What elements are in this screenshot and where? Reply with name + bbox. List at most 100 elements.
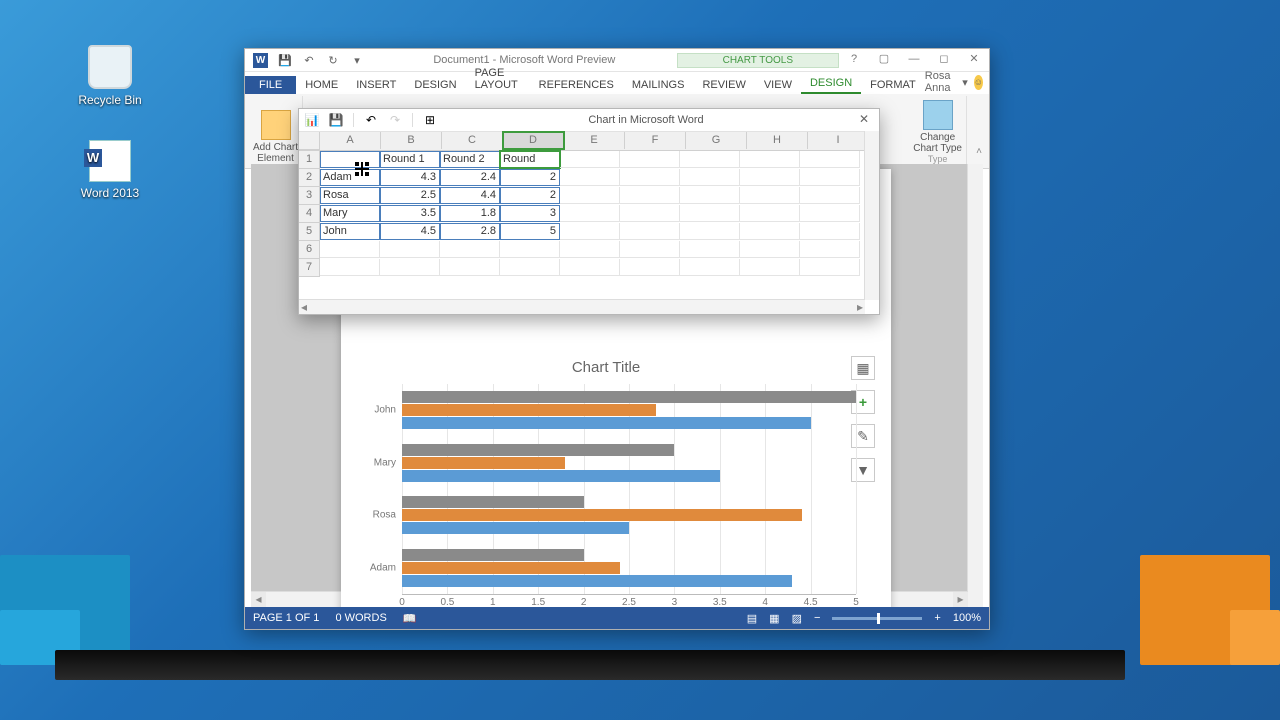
cell[interactable]: John xyxy=(320,223,380,240)
cell[interactable]: 5 xyxy=(500,223,560,240)
horizontal-scrollbar[interactable]: ◂ ▸ xyxy=(299,299,865,314)
cell[interactable] xyxy=(380,241,440,258)
cell[interactable] xyxy=(680,151,740,168)
cell[interactable] xyxy=(620,187,680,204)
cell[interactable] xyxy=(740,151,800,168)
cell[interactable] xyxy=(440,241,500,258)
cell[interactable] xyxy=(620,241,680,258)
change-chart-type-button[interactable]: Change Chart Type Type xyxy=(909,96,967,166)
cell[interactable]: 2.8 xyxy=(440,223,500,240)
row-header[interactable]: 5 xyxy=(299,223,320,241)
cell[interactable] xyxy=(620,151,680,168)
tab-page-layout[interactable]: PAGE LAYOUT xyxy=(466,64,530,94)
cell[interactable] xyxy=(620,205,680,222)
cell[interactable] xyxy=(560,151,620,168)
bar-round-1[interactable] xyxy=(402,522,629,534)
cell[interactable]: Round 1 xyxy=(380,151,440,168)
tab-file[interactable]: FILE xyxy=(245,76,296,94)
cell[interactable] xyxy=(800,205,860,222)
cell[interactable] xyxy=(800,169,860,186)
zoom-slider[interactable] xyxy=(832,617,922,620)
scroll-right-icon[interactable]: ▸ xyxy=(953,592,968,607)
row-header[interactable]: 1 xyxy=(299,151,320,169)
bar-round-3[interactable] xyxy=(402,444,674,456)
cell[interactable] xyxy=(800,241,860,258)
cell[interactable]: 4.5 xyxy=(380,223,440,240)
row-header[interactable]: 6 xyxy=(299,241,320,259)
cell[interactable] xyxy=(800,223,860,240)
cell[interactable]: 2.4 xyxy=(440,169,500,186)
cell[interactable] xyxy=(560,169,620,186)
cell[interactable] xyxy=(740,241,800,258)
tab-chart-design[interactable]: DESIGN xyxy=(801,74,861,94)
spreadsheet-area[interactable]: ABCDEFGHI1Round 1Round 2Round2Adam4.32.4… xyxy=(299,132,879,277)
web-layout-icon[interactable]: ▨ xyxy=(792,612,802,625)
cell[interactable] xyxy=(500,259,560,276)
ribbon-options-icon[interactable]: ▢ xyxy=(869,50,899,70)
cell[interactable] xyxy=(740,205,800,222)
cell[interactable]: Round xyxy=(500,151,560,168)
cell[interactable]: Adam xyxy=(320,169,380,186)
bar-round-1[interactable] xyxy=(402,575,792,587)
tab-home[interactable]: HOME xyxy=(296,76,347,94)
cell[interactable] xyxy=(320,151,380,168)
row-header[interactable]: 7 xyxy=(299,259,320,277)
redo-icon[interactable]: ↷ xyxy=(388,113,402,127)
cell[interactable]: Mary xyxy=(320,205,380,222)
bar-round-3[interactable] xyxy=(402,496,584,508)
redo-icon[interactable]: ↻ xyxy=(326,53,340,67)
minimize-icon[interactable]: — xyxy=(899,50,929,70)
column-header[interactable]: C xyxy=(442,132,503,149)
column-header[interactable]: I xyxy=(808,132,869,149)
collapse-ribbon-icon[interactable]: ˄ xyxy=(973,96,985,166)
cell[interactable] xyxy=(380,259,440,276)
row-header[interactable]: 2 xyxy=(299,169,320,187)
row-header[interactable]: 3 xyxy=(299,187,320,205)
cell[interactable] xyxy=(560,259,620,276)
cell[interactable] xyxy=(740,223,800,240)
help-icon[interactable]: ? xyxy=(839,50,869,70)
cell[interactable] xyxy=(740,169,800,186)
column-header[interactable]: E xyxy=(564,132,625,149)
cell[interactable] xyxy=(680,187,740,204)
cell[interactable]: 2.5 xyxy=(380,187,440,204)
cell[interactable] xyxy=(680,241,740,258)
cell[interactable] xyxy=(440,259,500,276)
column-header[interactable]: D xyxy=(503,132,564,149)
row-header[interactable]: 4 xyxy=(299,205,320,223)
close-icon[interactable]: ✕ xyxy=(959,50,989,70)
cell[interactable]: 4.4 xyxy=(440,187,500,204)
maximize-icon[interactable]: ◻ xyxy=(929,50,959,70)
cell[interactable]: 3.5 xyxy=(380,205,440,222)
cell[interactable]: 1.8 xyxy=(440,205,500,222)
open-excel-icon[interactable]: ⊞ xyxy=(423,113,437,127)
cell[interactable] xyxy=(320,259,380,276)
tab-mailings[interactable]: MAILINGS xyxy=(623,76,694,94)
cell[interactable] xyxy=(560,187,620,204)
tab-design[interactable]: DESIGN xyxy=(405,76,465,94)
tab-review[interactable]: REVIEW xyxy=(693,76,754,94)
add-chart-element-button[interactable]: Add Chart Element xyxy=(249,96,303,166)
save-icon[interactable]: 💾 xyxy=(329,113,343,127)
undo-icon[interactable]: ↶ xyxy=(302,53,316,67)
cell[interactable] xyxy=(680,205,740,222)
cell[interactable] xyxy=(800,187,860,204)
vertical-scrollbar[interactable] xyxy=(967,164,983,607)
cell[interactable] xyxy=(620,169,680,186)
bar-round-2[interactable] xyxy=(402,457,565,469)
cell[interactable] xyxy=(620,223,680,240)
word-count[interactable]: 0 WORDS xyxy=(335,612,386,624)
chart-object[interactable]: Chart Title JohnMaryRosaAdam 00.511.522.… xyxy=(356,359,856,607)
recycle-bin-icon[interactable]: Recycle Bin xyxy=(75,45,145,107)
cell[interactable] xyxy=(680,223,740,240)
cell[interactable] xyxy=(800,151,860,168)
tab-chart-format[interactable]: FORMAT xyxy=(861,76,925,94)
word-shortcut-icon[interactable]: Word 2013 xyxy=(75,140,145,200)
bar-round-3[interactable] xyxy=(402,549,584,561)
cell[interactable] xyxy=(740,259,800,276)
qat-dropdown-icon[interactable]: ▾ xyxy=(350,53,364,67)
smile-icon[interactable]: ☺ xyxy=(974,75,983,90)
save-icon[interactable]: 💾 xyxy=(278,53,292,67)
cell[interactable] xyxy=(680,169,740,186)
bar-round-1[interactable] xyxy=(402,417,811,429)
